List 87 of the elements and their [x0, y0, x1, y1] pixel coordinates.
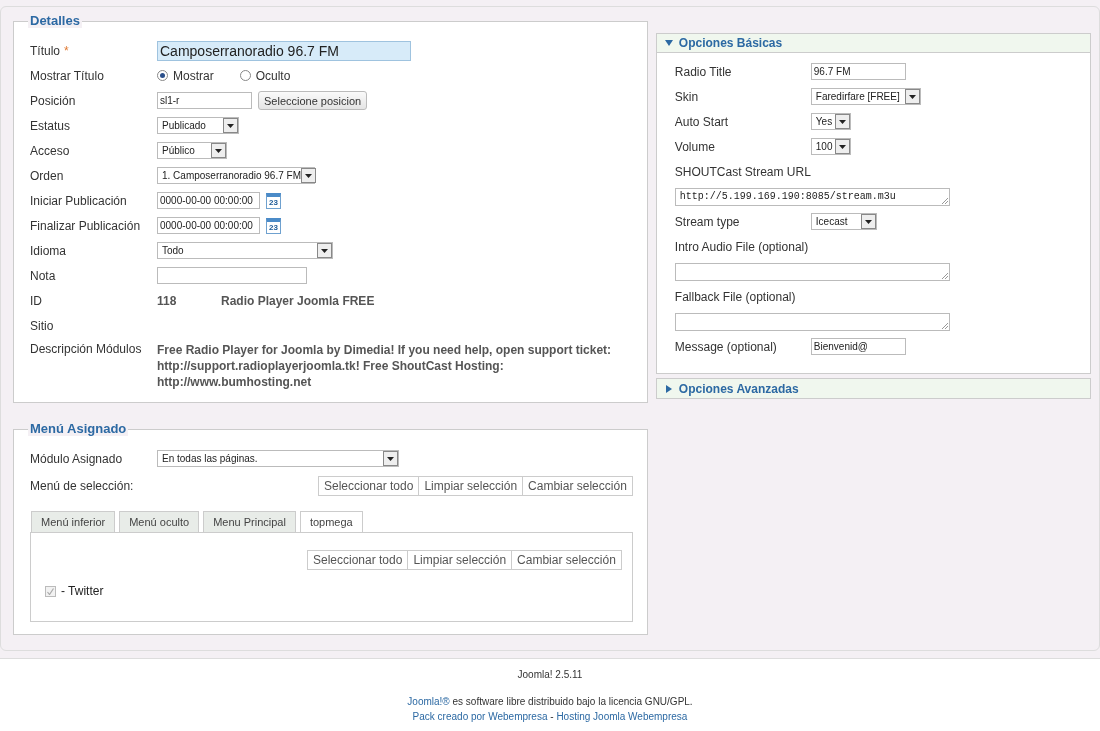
select-dropdown[interactable]: Todo: [157, 242, 333, 259]
caret-down-icon: [664, 39, 673, 47]
calendar-icon[interactable]: 23: [266, 217, 281, 234]
field-label: Estatus: [30, 118, 72, 133]
field-label: Título *: [30, 43, 70, 58]
radio-button[interactable]: [239, 70, 251, 81]
select-dropdown[interactable]: Faredirfare [FREE]: [810, 88, 921, 105]
calendar-icon[interactable]: 23: [266, 192, 281, 209]
field-label: Nota: [30, 268, 57, 283]
field-label: Posición: [30, 93, 77, 108]
menu-tab[interactable]: topmega: [299, 511, 363, 533]
select-dropdown[interactable]: Público: [157, 142, 227, 159]
field-label: SHOUTCast Stream URL: [674, 164, 811, 179]
date-input[interactable]: 0000-00-00 00:00:00: [157, 192, 260, 209]
text-input[interactable]: 96.7 FM: [810, 63, 906, 80]
select-dropdown[interactable]: 1. Camposerranoradio 96.7 FM: [157, 167, 315, 184]
field-label: Mostrar Título: [30, 68, 105, 83]
dropdown-caret-icon[interactable]: [383, 451, 398, 466]
panel-header[interactable]: Opciones Avanzadas: [656, 379, 1090, 398]
field-label: Auto Start: [674, 114, 730, 129]
menu-tab[interactable]: Menu Principal: [203, 511, 296, 533]
field-label: ID: [30, 293, 43, 308]
field-label: Idioma: [30, 243, 68, 258]
selection-button[interactable]: Cambiar selección: [522, 476, 633, 496]
dropdown-caret-icon[interactable]: [300, 168, 316, 183]
dropdown-caret-icon[interactable]: [904, 89, 920, 104]
field-label: Radio Title: [674, 64, 733, 79]
footer-text: es software libre distribuido bajo la licencia GNU/GPL.: [451, 695, 693, 709]
text-area[interactable]: http://5.199.169.190:8085/stream.m3u: [674, 187, 950, 206]
field-label: Acceso: [30, 143, 71, 158]
dropdown-caret-icon[interactable]: [211, 143, 226, 158]
field-label: Fallback File (optional): [674, 289, 796, 304]
panel-header[interactable]: Opciones Básicas: [656, 34, 1090, 53]
field-label: Finalizar Publicación: [30, 218, 142, 233]
footer-link[interactable]: Pack creado por Webempresa: [412, 709, 548, 724]
section-legend: Detalles: [28, 13, 82, 28]
field-label: Message (optional): [674, 339, 778, 354]
select-dropdown[interactable]: Publicado: [157, 117, 239, 134]
dropdown-caret-icon[interactable]: [834, 114, 850, 129]
text-input[interactable]: sl1-r: [157, 92, 252, 109]
version-text: Joomla! 2.5.11: [517, 669, 583, 680]
radio-option[interactable]: Mostrar: [157, 68, 214, 83]
dropdown-caret-icon[interactable]: [860, 214, 876, 229]
footer-link[interactable]: Hosting Joomla Webempresa: [556, 709, 688, 724]
select-dropdown[interactable]: 100: [810, 138, 851, 155]
radio-option[interactable]: Oculto: [239, 68, 291, 83]
module-description: Free Radio Player for Joomla by Dimedia! If you need help, open support ticket: http://support.radioplayerjoomla.tk! Free ShoutCast Hosting: http://www.bumhosting.net: [157, 342, 613, 390]
id-value: 118: [157, 293, 178, 308]
selection-button[interactable]: Limpiar selección: [407, 549, 513, 570]
field-label: Intro Audio File (optional): [674, 239, 809, 254]
field-label: Menú de selección:: [30, 479, 135, 493]
select-position-button[interactable]: Seleccione posicion: [258, 91, 368, 110]
footer-text: -: [549, 710, 555, 724]
text-input[interactable]: Bienvenid@: [810, 338, 906, 355]
footer-link[interactable]: Joomla!®: [407, 694, 450, 709]
selection-button[interactable]: Cambiar selección: [511, 549, 622, 570]
required-asterisk: *: [64, 43, 69, 58]
field-label: Módulo Asignado: [30, 451, 124, 466]
selection-button[interactable]: Seleccionar todo: [307, 549, 409, 570]
select-dropdown[interactable]: Icecast: [810, 213, 877, 230]
resize-grip-icon[interactable]: [940, 321, 948, 329]
field-label: Descripción Módulos: [30, 342, 143, 356]
field-label: Orden: [30, 168, 65, 183]
selection-button[interactable]: Limpiar selección: [418, 476, 524, 496]
menu-tab[interactable]: Menú inferior: [31, 511, 116, 533]
field-label: Sitio: [30, 318, 55, 333]
radio-button[interactable]: [157, 70, 168, 81]
text-input[interactable]: Camposerranoradio 96.7 FM: [157, 40, 411, 61]
module-type: Radio Player Joomla FREE: [221, 293, 375, 308]
field-label: Volume: [674, 139, 716, 154]
section-legend: Menú Asignado: [28, 421, 129, 436]
selection-button[interactable]: Seleccionar todo: [318, 476, 420, 496]
field-label: Skin: [674, 89, 700, 104]
text-input[interactable]: [157, 267, 307, 284]
resize-grip-icon[interactable]: [940, 271, 948, 279]
select-dropdown[interactable]: Yes: [810, 113, 851, 130]
field-label: Stream type: [674, 214, 741, 229]
menu-tab[interactable]: Menú oculto: [119, 511, 200, 533]
menu-item-label: - Twitter: [61, 584, 104, 598]
resize-grip-icon[interactable]: [940, 196, 948, 204]
date-input[interactable]: 0000-00-00 00:00:00: [157, 217, 260, 234]
caret-right-icon: [664, 384, 673, 393]
dropdown-caret-icon[interactable]: [317, 243, 332, 258]
dropdown-caret-icon[interactable]: [834, 139, 850, 154]
dropdown-caret-icon[interactable]: [223, 118, 238, 133]
field-label: Iniciar Publicación: [30, 193, 128, 208]
select-dropdown[interactable]: En todas las páginas.: [157, 450, 399, 467]
